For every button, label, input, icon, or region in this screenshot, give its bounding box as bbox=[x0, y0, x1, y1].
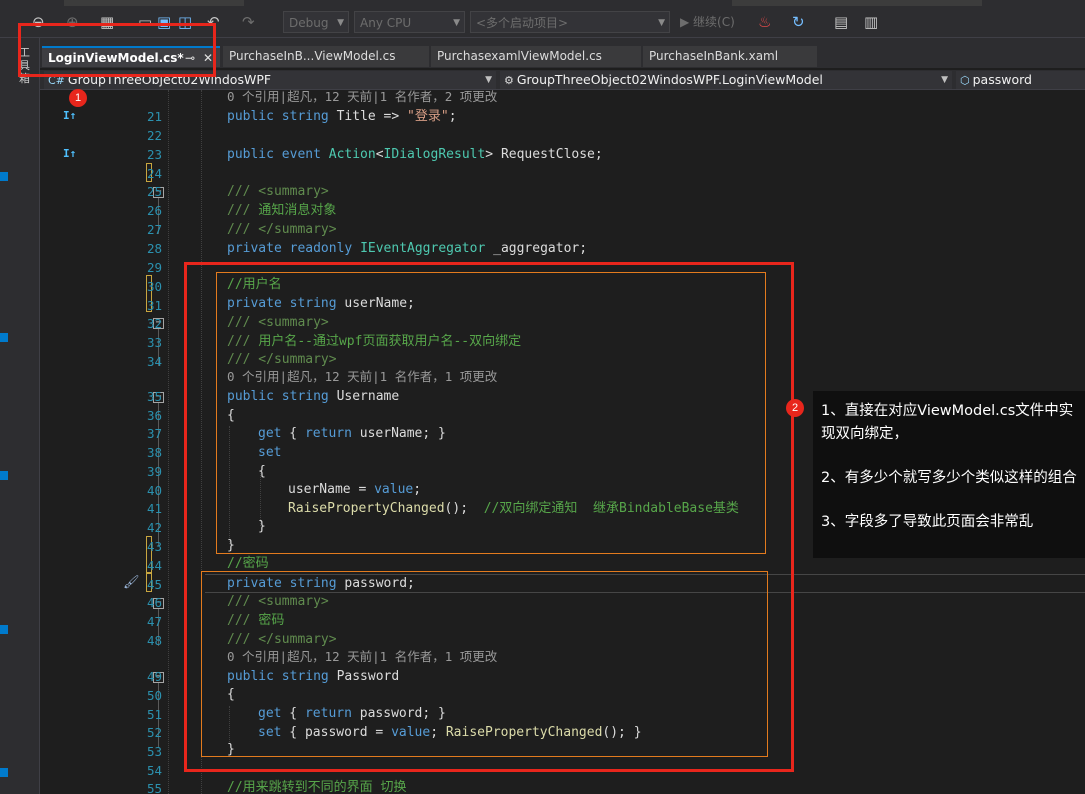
platform-select[interactable]: Any CPU ▼ bbox=[354, 11, 465, 33]
note-line-1: 1、直接在对应ViewModel.cs文件中实现双向绑定， bbox=[821, 403, 1074, 442]
tab-purchasexaml-viewmodel[interactable]: PurchasexamlViewModel.cs bbox=[431, 46, 641, 67]
line-number: 44 bbox=[146, 558, 162, 573]
line-number: 46 bbox=[146, 595, 162, 610]
line-number: 29 bbox=[146, 260, 162, 275]
line-number: 42 bbox=[146, 520, 162, 535]
line-number: 45 bbox=[146, 577, 162, 592]
line-number: 48 bbox=[146, 633, 162, 648]
class-name: GroupThreeObject02WindosWPF.LoginViewMod… bbox=[516, 72, 823, 87]
line-number: 28 bbox=[146, 241, 162, 256]
annotation-badge-2: 2 bbox=[786, 399, 804, 417]
chevron-down-icon: ▼ bbox=[658, 18, 665, 28]
code-line: /// <summary> bbox=[227, 184, 329, 199]
line-number: 31 bbox=[146, 298, 162, 313]
line-number: 49 bbox=[146, 669, 162, 684]
line-number: 26 bbox=[146, 203, 162, 218]
line-number: 38 bbox=[146, 445, 162, 460]
annotation-orange-box-username bbox=[216, 272, 766, 554]
toolbox-side-panel[interactable] bbox=[0, 38, 40, 794]
field-icon: ⬡ bbox=[960, 74, 970, 87]
line-number: 55 bbox=[146, 781, 162, 794]
member-name: password bbox=[972, 72, 1032, 87]
side-marker bbox=[0, 768, 8, 777]
line-number: 27 bbox=[146, 222, 162, 237]
line-number: 25 bbox=[146, 184, 162, 199]
tab-purchaseinbank-viewmodel[interactable]: PurchaseInB...ViewModel.cs bbox=[223, 46, 429, 67]
line-number: 47 bbox=[146, 614, 162, 629]
line-number: 39 bbox=[146, 464, 162, 479]
tab-label: PurchaseInB...ViewModel.cs bbox=[229, 49, 396, 63]
layout-icon[interactable]: ▥ bbox=[864, 11, 878, 33]
line-number: 22 bbox=[146, 128, 162, 143]
search-remnant bbox=[732, 0, 982, 6]
note-line-3: 3、字段多了导致此页面会非常乱 bbox=[821, 514, 1034, 530]
line-number: 37 bbox=[146, 426, 162, 441]
line-number: 21 bbox=[146, 109, 162, 124]
line-number: 33 bbox=[146, 335, 162, 350]
continue-label: 继续(C) bbox=[693, 15, 735, 29]
refresh-icon[interactable]: ↻ bbox=[792, 11, 805, 33]
chevron-down-icon: ▼ bbox=[337, 18, 344, 28]
chevron-down-icon: ▼ bbox=[453, 18, 460, 28]
code-line: public string Title => "登录"; bbox=[227, 109, 457, 124]
indent-guide bbox=[168, 90, 169, 794]
class-icon: ⚙ bbox=[504, 74, 514, 87]
tab-label: PurchaseInBank.xaml bbox=[649, 49, 779, 63]
startup-select[interactable]: <多个启动项目> ▼ bbox=[470, 11, 670, 33]
hot-reload-icon[interactable]: ♨ bbox=[758, 11, 771, 33]
menu-remnant bbox=[64, 0, 244, 6]
line-number: 24 bbox=[146, 166, 162, 181]
code-line: public event Action<IDialogResult> Reque… bbox=[227, 147, 603, 162]
codelens[interactable]: 0 个引用|超凡，12 天前|1 名作者，2 项更改 bbox=[227, 90, 497, 106]
chevron-down-icon: ▼ bbox=[485, 75, 492, 85]
line-number: 54 bbox=[146, 763, 162, 778]
line-number: 41 bbox=[146, 501, 162, 516]
class-dropdown[interactable]: ⚙ GroupThreeObject02WindosWPF.LoginViewMo… bbox=[500, 71, 952, 89]
side-marker bbox=[0, 172, 8, 181]
line-number: 50 bbox=[146, 688, 162, 703]
line-number: 52 bbox=[146, 725, 162, 740]
line-number: 34 bbox=[146, 354, 162, 369]
implementation-icon[interactable]: I↑ bbox=[63, 147, 76, 160]
annotation-badge-1: 1 bbox=[69, 89, 87, 107]
redo-icon[interactable]: ↷ bbox=[242, 11, 255, 33]
code-line: /// </summary> bbox=[227, 222, 337, 237]
line-number: 35 bbox=[146, 389, 162, 404]
annotation-red-box-tab bbox=[18, 23, 216, 77]
line-number: 32 bbox=[146, 316, 162, 331]
line-number: 43 bbox=[146, 539, 162, 554]
implementation-icon[interactable]: I↑ bbox=[63, 109, 76, 122]
side-marker bbox=[0, 625, 8, 634]
annotation-note: 1、直接在对应ViewModel.cs文件中实现双向绑定， 2、有多少个就写多少… bbox=[813, 391, 1085, 558]
side-marker bbox=[0, 333, 8, 342]
tab-purchaseinbank-xaml[interactable]: PurchaseInBank.xaml bbox=[643, 46, 817, 67]
member-dropdown[interactable]: ⬡ password bbox=[956, 71, 1085, 89]
continue-button[interactable]: ▶ 继续(C) bbox=[680, 11, 735, 33]
line-number: 40 bbox=[146, 483, 162, 498]
line-number: 30 bbox=[146, 279, 162, 294]
tab-label: PurchasexamlViewModel.cs bbox=[437, 49, 602, 63]
code-line: /// 通知消息对象 bbox=[227, 203, 337, 218]
side-marker bbox=[0, 471, 8, 480]
config-select[interactable]: Debug ▼ bbox=[283, 11, 349, 33]
chevron-down-icon: ▼ bbox=[941, 75, 948, 85]
line-number: 51 bbox=[146, 707, 162, 722]
line-number: 53 bbox=[146, 744, 162, 759]
code-line: //用来跳转到不同的界面 切换 bbox=[227, 780, 407, 794]
annotation-orange-box-password bbox=[201, 571, 768, 757]
title-strip bbox=[0, 0, 1085, 7]
folder-icon[interactable]: ▤ bbox=[834, 11, 848, 33]
code-line: private readonly IEventAggregator _aggre… bbox=[227, 241, 588, 256]
line-number: 36 bbox=[146, 408, 162, 423]
line-number: 23 bbox=[146, 147, 162, 162]
note-line-2: 2、有多少个就写多少个类似这样的组合 bbox=[821, 470, 1077, 486]
